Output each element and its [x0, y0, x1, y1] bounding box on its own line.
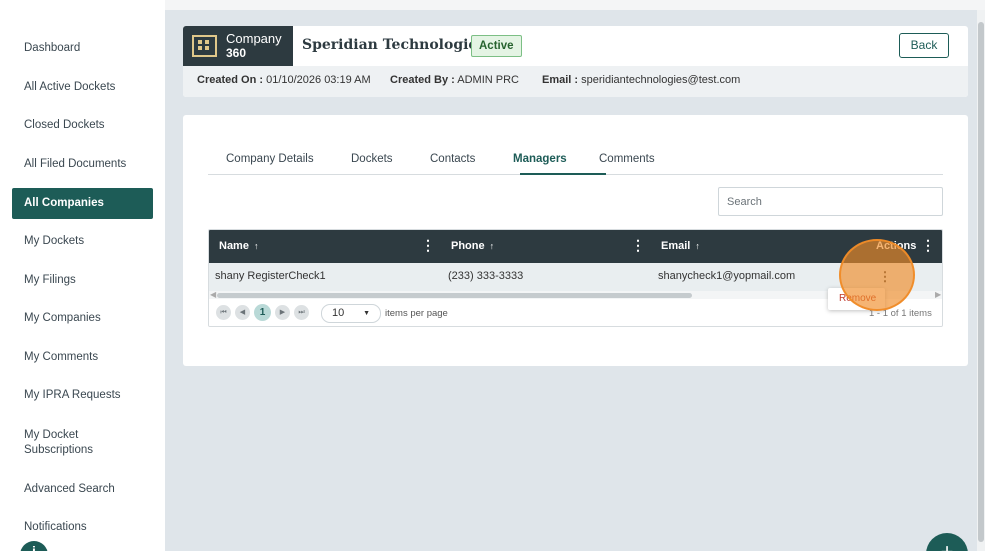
tab-comments[interactable]: Comments: [599, 153, 655, 165]
sidebar-item-advanced-search[interactable]: Advanced Search: [12, 482, 153, 497]
email-value: speridiantechnologies@test.com: [581, 74, 741, 86]
column-menu-icon[interactable]: ⋮: [631, 238, 645, 252]
help-icon[interactable]: i: [20, 541, 48, 551]
email-label: Email :: [542, 74, 579, 86]
scroll-right-icon[interactable]: ▶: [935, 290, 941, 299]
logo-text-company: Company: [226, 31, 282, 46]
column-name-label: Name: [219, 240, 249, 252]
tab-managers[interactable]: Managers: [513, 153, 567, 165]
column-header-email[interactable]: Email ↑: [661, 240, 700, 252]
column-header-phone[interactable]: Phone ↑: [451, 240, 494, 252]
sort-asc-icon: ↑: [695, 241, 700, 251]
sort-asc-icon: ↑: [253, 241, 259, 251]
cell-email: shanycheck1@yopmail.com: [658, 270, 796, 282]
sidebar-item-my-docket-subscriptions[interactable]: My Docket Subscriptions: [12, 427, 122, 459]
tab-dockets[interactable]: Dockets: [351, 153, 393, 165]
prev-page-icon[interactable]: ◀: [235, 305, 250, 320]
company-detail-panel: Company Details Dockets Contacts Manager…: [183, 115, 968, 366]
created-on: Created On : 01/10/2026 03:19 AM: [197, 74, 371, 86]
search-input[interactable]: [718, 187, 943, 216]
company-email: Email : speridiantechnologies@test.com: [542, 74, 740, 86]
created-by: Created By : ADMIN PRC: [390, 74, 519, 86]
column-menu-icon[interactable]: ⋮: [421, 238, 435, 252]
sidebar-item-all-filed-documents[interactable]: All Filed Documents: [12, 157, 153, 172]
managers-grid: Name↑ ⋮ Phone↑ ⋮ Email↑ Actions ⋮ shany …: [208, 229, 943, 327]
building-icon: [192, 35, 217, 57]
company-header: Company 360 Speridian Technologies Activ…: [183, 26, 968, 97]
sidebar-item-dashboard[interactable]: Dashboard: [12, 41, 153, 56]
created-on-label: Created On :: [197, 74, 264, 86]
sidebar-item-closed-dockets[interactable]: Closed Dockets: [12, 118, 153, 133]
grid-header: Name↑ ⋮ Phone↑ ⋮ Email↑ Actions ⋮: [209, 230, 942, 263]
column-phone-label: Phone: [451, 240, 485, 252]
sidebar-item-my-filings[interactable]: My Filings: [12, 273, 153, 288]
last-page-icon[interactable]: ⏭: [294, 305, 309, 320]
column-header-name[interactable]: Name ↑: [219, 240, 258, 252]
status-badge: Active: [471, 35, 522, 57]
scrollbar-thumb[interactable]: [217, 293, 692, 298]
company-name: Speridian Technologies: [302, 37, 486, 53]
created-on-value: 01/10/2026 03:19 AM: [266, 74, 371, 86]
tab-company-details[interactable]: Company Details: [226, 153, 314, 165]
sidebar-item-notifications[interactable]: Notifications: [12, 520, 153, 535]
logo-text-360: 360: [226, 46, 247, 60]
sort-asc-icon: ↑: [489, 241, 495, 251]
tab-contacts[interactable]: Contacts: [430, 153, 475, 165]
active-tab-indicator: [520, 173, 606, 175]
page-scrollbar-thumb[interactable]: [978, 22, 984, 542]
cell-phone: (233) 333-3333: [448, 270, 524, 282]
cell-name: shany RegisterCheck1: [215, 270, 326, 282]
caret-down-icon: ▼: [363, 310, 370, 317]
sidebar-item-my-comments[interactable]: My Comments: [12, 350, 153, 365]
column-menu-icon[interactable]: ⋮: [921, 238, 935, 252]
table-row[interactable]: shany RegisterCheck1 (233) 333-3333 shan…: [209, 263, 942, 291]
per-page-label: items per page: [385, 308, 448, 319]
add-fab-button[interactable]: +: [926, 533, 968, 551]
company-360-logo: Company 360: [183, 26, 293, 66]
column-email-label: Email: [661, 240, 691, 252]
page-scrollbar[interactable]: [977, 10, 985, 551]
page-size-value: 10: [332, 307, 345, 319]
scroll-left-icon[interactable]: ◀: [210, 290, 216, 299]
created-by-value: ADMIN PRC: [457, 74, 519, 86]
sidebar-item-my-ipra-requests[interactable]: My IPRA Requests: [12, 388, 153, 403]
sidebar-item-all-active-dockets[interactable]: All Active Dockets: [12, 80, 153, 95]
sidebar-item-my-companies[interactable]: My Companies: [12, 311, 153, 326]
sidebar-item-my-dockets[interactable]: My Dockets: [12, 234, 153, 249]
sidebar: Dashboard All Active Dockets Closed Dock…: [0, 0, 165, 551]
sidebar-item-all-companies[interactable]: All Companies: [12, 188, 153, 219]
created-by-label: Created By :: [390, 74, 455, 86]
first-page-icon[interactable]: ⏮: [216, 305, 231, 320]
back-button[interactable]: Back: [899, 33, 949, 58]
tab-bar: Company Details Dockets Contacts Manager…: [208, 145, 943, 175]
page-size-select[interactable]: 10 ▼: [321, 304, 381, 323]
next-page-icon[interactable]: ▶: [275, 305, 290, 320]
page-number-current[interactable]: 1: [254, 304, 271, 321]
click-highlight: [839, 239, 915, 311]
